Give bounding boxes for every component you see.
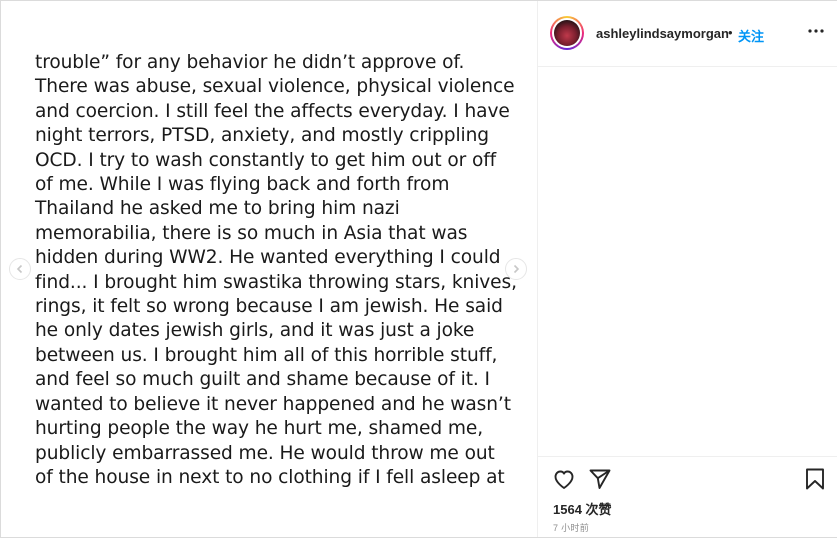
post-text-line: rings, it felt so wrong because I am jew…	[35, 296, 503, 318]
post-text-line: Thailand he asked me to bring him nazi	[35, 198, 400, 220]
paper-plane-icon	[589, 469, 611, 489]
post-details-panel: ashleylindsaymorgan • 关注 1564 次赞 7 小时前	[537, 1, 837, 537]
post-text-line: publicly embarrassed me. He would throw …	[35, 442, 495, 464]
post-text-line: trouble” for any behavior he didn’t appr…	[35, 52, 465, 73]
post-text-line: OCD. I try to wash constantly to get him…	[35, 149, 497, 171]
like-button[interactable]	[552, 467, 576, 491]
likes-count[interactable]: 1564 次赞	[553, 499, 612, 518]
prev-slide-button[interactable]	[9, 258, 31, 280]
heart-icon	[554, 470, 574, 489]
post-media: trouble” for any behavior he didn’t appr…	[1, 1, 537, 537]
next-slide-button[interactable]	[505, 258, 527, 280]
post-header: ashleylindsaymorgan • 关注	[538, 1, 837, 67]
post-text-line: wanted to believe it never happened and …	[35, 393, 511, 415]
post-text-line: night terrors, PTSD, anxiety, and mostly…	[35, 125, 489, 147]
separator-dot: •	[728, 25, 733, 40]
chevron-right-icon	[513, 264, 520, 274]
post-timestamp[interactable]: 7 小时前	[553, 521, 589, 534]
post-text-line: between us. I brought him all of this ho…	[35, 344, 498, 366]
post-text-line: and feel so much guilt and shame because…	[35, 369, 490, 391]
post-actions: 1564 次赞 7 小时前	[538, 456, 837, 538]
more-horizontal-icon	[808, 29, 824, 33]
post-text-image: trouble” for any behavior he didn’t appr…	[35, 51, 525, 490]
post-text-line: memorabilia, there is so much in Asia th…	[35, 222, 468, 244]
post-text-line: of me. While I was flying back and forth…	[35, 174, 450, 196]
post-text-line: and coercion. I still feel the affects e…	[35, 100, 510, 122]
post-text-line: of the house in next to no clothing if I…	[35, 466, 505, 488]
more-options-button[interactable]	[808, 23, 824, 39]
post-text-line: find... I brought him swastika throwing …	[35, 271, 517, 293]
chevron-left-icon	[16, 264, 23, 274]
share-button[interactable]	[588, 467, 612, 491]
post-modal: trouble” for any behavior he didn’t appr…	[0, 0, 837, 538]
save-button[interactable]	[803, 467, 827, 491]
username-link[interactable]: ashleylindsaymorgan	[596, 26, 729, 41]
post-text-line: hurting people the way he hurt me, shame…	[35, 418, 484, 440]
avatar[interactable]	[550, 16, 584, 50]
bookmark-icon	[806, 468, 824, 490]
follow-button[interactable]: 关注	[738, 26, 764, 45]
post-text-line: hidden during WW2. He wanted everything …	[35, 247, 501, 269]
post-text-line: There was abuse, sexual violence, physic…	[35, 76, 515, 98]
avatar-image	[554, 20, 580, 46]
post-text-line: he only dates jewish girls, and it was j…	[35, 320, 475, 342]
